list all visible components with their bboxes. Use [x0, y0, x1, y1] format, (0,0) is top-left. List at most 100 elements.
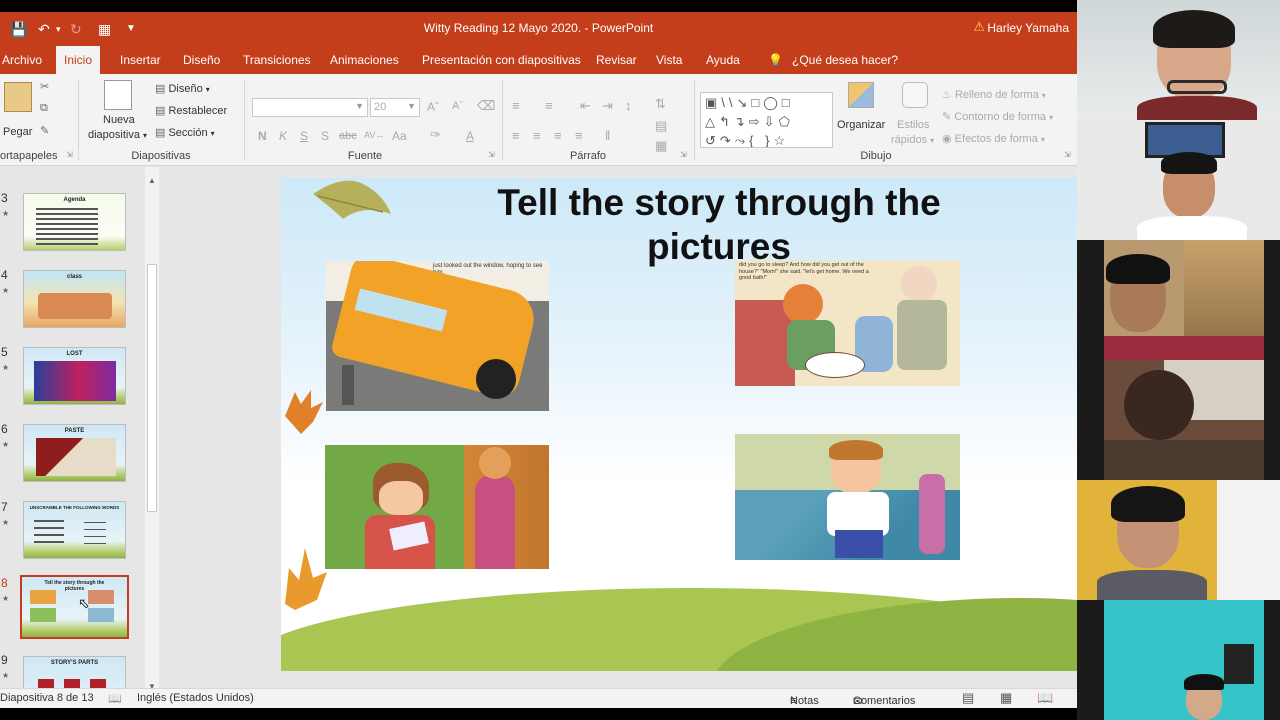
align-left-icon[interactable]: ≡	[512, 128, 520, 143]
participant-video-4[interactable]	[1104, 360, 1264, 480]
picture-school-bus[interactable]: just looked out the window, hoping to se…	[326, 261, 549, 411]
tab-ayuda[interactable]: Ayuda	[698, 46, 748, 74]
highlight-icon[interactable]: ✑	[430, 127, 441, 143]
thumbnail-slide-4[interactable]: class	[23, 270, 126, 328]
normal-view-icon[interactable]: ▤	[962, 690, 974, 706]
drawing-launcher-icon[interactable]: ⇲	[1064, 150, 1071, 159]
participant-video-5[interactable]	[1077, 480, 1280, 600]
thumbnail-slide-8[interactable]: Tell the story through the pictures ⬁	[20, 575, 129, 639]
align-text-icon[interactable]: ▤	[655, 118, 667, 134]
text-direction-icon[interactable]: ⇅	[655, 96, 666, 112]
quick-styles-icon[interactable]	[902, 82, 928, 108]
arrange-icon[interactable]	[848, 82, 874, 108]
numbering-icon[interactable]: ≡	[545, 98, 553, 113]
picture-boy-reading[interactable]	[325, 445, 549, 569]
thumbnail-slide-5[interactable]: LOST	[23, 347, 126, 405]
arrange-button[interactable]: Organizar	[837, 119, 885, 131]
justify-icon[interactable]: ≡	[575, 128, 583, 143]
tab-vista[interactable]: Vista	[648, 46, 690, 74]
spellcheck-icon[interactable]: 📖	[108, 692, 122, 705]
star-icon: ★	[2, 363, 10, 372]
word-list	[34, 520, 64, 522]
participant-video-3[interactable]	[1104, 240, 1264, 360]
decrease-indent-icon[interactable]: ⇤	[580, 98, 591, 114]
new-slide-icon[interactable]	[104, 80, 132, 110]
columns-icon[interactable]: ‖	[605, 128, 610, 143]
new-slide-label-1[interactable]: Nueva	[103, 114, 135, 126]
tab-diseno[interactable]: Diseño	[175, 46, 228, 74]
thumb-title: UNSCRAMBLE THE FOLLOWING WORDS	[29, 505, 120, 510]
participant-video-2[interactable]	[1077, 120, 1280, 240]
participant-video-6[interactable]	[1104, 600, 1264, 720]
slide-title[interactable]: Tell the story through the pictures	[441, 181, 997, 269]
reset-button[interactable]: ▤ Restablecer	[155, 104, 227, 117]
thumbnail-slide-6[interactable]: PASTE	[23, 424, 126, 482]
notes-label: Notas	[790, 695, 819, 707]
thumbnail-slide-3[interactable]: Agenda	[23, 193, 126, 251]
italic-button[interactable]: K	[279, 129, 287, 143]
grow-font-icon[interactable]: Aˆ	[427, 100, 439, 114]
participant-video-1[interactable]	[1077, 0, 1280, 120]
line-spacing-icon[interactable]: ↕	[625, 98, 632, 113]
quick-styles-button[interactable]: rápidos ▾	[891, 134, 934, 146]
thumbnail-slide-7[interactable]: UNSCRAMBLE THE FOLLOWING WORDS	[23, 501, 126, 559]
picture-boy-bathtub[interactable]	[735, 434, 960, 560]
increase-indent-icon[interactable]: ⇥	[602, 98, 613, 114]
scroll-up-icon[interactable]: ▲	[148, 176, 156, 185]
slide-sorter-icon[interactable]: ▦	[1000, 690, 1012, 706]
underline-button[interactable]: S	[300, 129, 308, 143]
layout-button[interactable]: ▤ Diseño ▾	[155, 82, 210, 95]
slide-counter[interactable]: Diapositiva 8 de 13	[0, 692, 94, 704]
clipboard-launcher-icon[interactable]: ⇲	[66, 150, 73, 159]
shapes-gallery[interactable]: ▣\\↘□◯□ △↰↴⇨⇩⬠ ↺↷⤳{ }☆	[700, 92, 833, 148]
thumbnail-slide-9[interactable]: STORY'S PARTS	[23, 656, 126, 688]
font-family-combo[interactable]: ▼	[252, 98, 368, 117]
star-icon: ★	[2, 594, 10, 603]
tab-revisar[interactable]: Revisar	[588, 46, 645, 74]
strikethrough-button[interactable]: abc	[339, 130, 357, 142]
thumb-number: 8	[1, 576, 8, 590]
paragraph-launcher-icon[interactable]: ⇲	[680, 150, 687, 159]
font-color-icon[interactable]: A	[466, 129, 474, 143]
language-label[interactable]: Inglés (Estados Unidos)	[137, 692, 254, 704]
align-right-icon[interactable]: ≡	[554, 128, 562, 143]
shadow-button[interactable]: S	[321, 129, 329, 143]
shape-effects-button[interactable]: ◉ Efectos de forma ▾	[942, 132, 1045, 145]
quick-styles-label-1[interactable]: Estilos	[897, 119, 929, 131]
user-name[interactable]: Harley Yamaha	[987, 21, 1069, 35]
warning-icon[interactable]: ⚠	[973, 19, 985, 35]
tab-animaciones[interactable]: Animaciones	[322, 46, 407, 74]
shape-outline-button[interactable]: ✎ Contorno de forma ▾	[942, 110, 1053, 123]
drawing-group-label: Dibujo	[860, 150, 892, 162]
tab-archivo[interactable]: Archivo	[0, 46, 50, 74]
section-button[interactable]: ▤ Sección ▾	[155, 126, 215, 139]
shape-fill-button[interactable]: ♨ Relleno de forma ▾	[942, 88, 1046, 101]
clear-format-icon[interactable]: ⌫	[477, 98, 495, 114]
change-case-button[interactable]: Aa	[392, 129, 407, 143]
paste-icon[interactable]	[4, 82, 32, 112]
current-slide[interactable]: Tell the story through the pictures just…	[281, 178, 1077, 671]
bullets-icon[interactable]: ≡	[512, 98, 520, 113]
tell-me-search[interactable]: ¿Qué desea hacer?	[784, 46, 906, 74]
thumb-pic-boy-reading	[30, 608, 56, 622]
copy-icon[interactable]: ⧉	[40, 102, 48, 115]
paste-button[interactable]: Pegar	[3, 126, 32, 138]
char-spacing-icon[interactable]: AV↔	[364, 130, 384, 140]
font-launcher-icon[interactable]: ⇲	[488, 150, 495, 159]
tab-transiciones[interactable]: Transiciones	[235, 46, 319, 74]
reading-view-icon[interactable]: 📖	[1037, 690, 1053, 706]
tab-presentacion[interactable]: Presentación con diapositivas	[414, 46, 589, 74]
picture-family-dog[interactable]: did you go to sleep? And how did you get…	[735, 260, 960, 386]
tab-insertar[interactable]: Insertar	[112, 46, 169, 74]
format-painter-icon[interactable]: ✎	[40, 124, 49, 137]
font-size-combo[interactable]: 20 ▼	[370, 98, 420, 117]
new-slide-button[interactable]: diapositiva ▾	[88, 129, 147, 141]
tab-inicio[interactable]: Inicio	[56, 46, 101, 74]
status-bar: Diapositiva 8 de 13 📖 Inglés (Estados Un…	[0, 688, 1077, 708]
scroll-thumb[interactable]	[147, 264, 157, 512]
align-center-icon[interactable]: ≡	[533, 128, 541, 143]
bold-button[interactable]: N	[258, 129, 267, 143]
shrink-font-icon[interactable]: Aˇ	[452, 100, 463, 112]
smartart-icon[interactable]: ▦	[655, 138, 667, 154]
cut-icon[interactable]: ✂	[40, 80, 49, 93]
